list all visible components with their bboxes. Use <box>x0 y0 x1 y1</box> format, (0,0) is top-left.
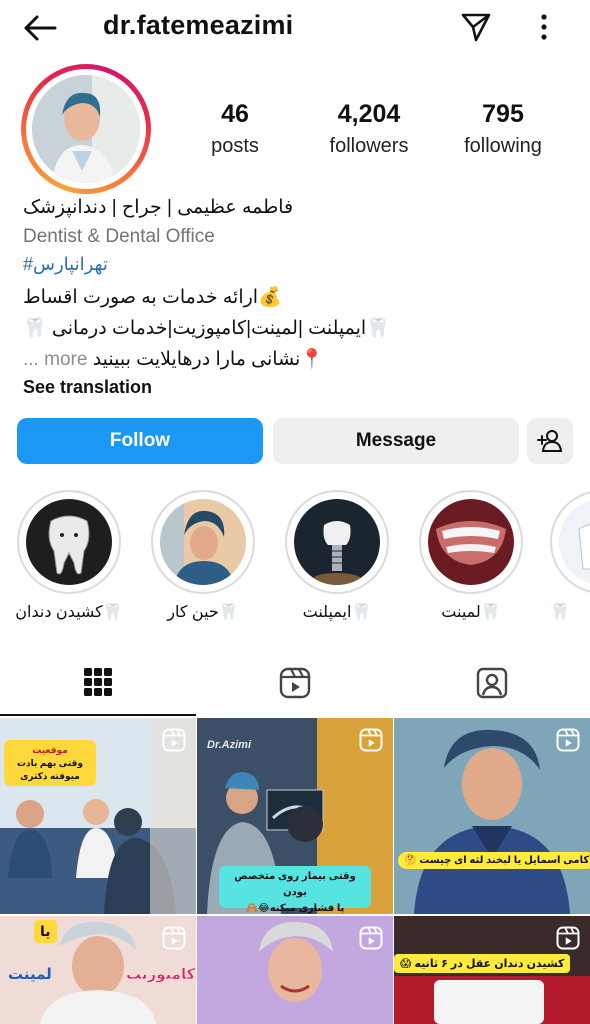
highlight-extraction[interactable]: 🦷کشیدن دندان <box>14 490 124 622</box>
tab-reels[interactable] <box>197 650 393 716</box>
grid-icon <box>84 668 112 696</box>
post-caption: کامپوزیت <box>126 966 196 983</box>
post-caption-text: وقتی بهم بادت میوفته دکتری <box>16 758 84 781</box>
reels-icon <box>279 667 311 699</box>
highlight-laminate[interactable]: 🦷لمینت <box>416 490 526 622</box>
post-caption-line-1: وقتی بیمار روی متخصص بودن <box>234 871 356 898</box>
following-count-value: 795 <box>482 100 524 128</box>
see-translation-link[interactable]: See translation <box>23 377 152 398</box>
following-count[interactable]: 795 following <box>433 100 573 158</box>
following-count-label: following <box>464 135 542 157</box>
highlight-thumbnail <box>294 499 380 585</box>
highlight-label: 🦷ایمپلنت <box>302 604 372 621</box>
post-tile[interactable]: موقعیت وقتی بهم بادت میوفته دکتری <box>0 718 196 914</box>
post-tile[interactable]: Dr.Azimi وقتی بیمار روی متخصص بودن پا فش… <box>197 718 393 914</box>
profile-avatar <box>32 75 140 183</box>
paper-plane-icon <box>461 13 491 42</box>
highlight-implant[interactable]: 🦷ایمپلنت <box>282 490 392 622</box>
bio-address-text: 📍نشانی مارا درهایلایت ببینید <box>92 349 324 370</box>
suggested-users-button[interactable] <box>527 418 573 464</box>
post-caption: کشیدن دندان عقل در ۶ ثانیه 😱 <box>394 954 571 973</box>
posts-count[interactable]: 46 posts <box>165 100 305 158</box>
highlight-thumbnail <box>26 499 112 585</box>
tagged-icon <box>476 667 508 699</box>
reel-icon <box>162 728 186 752</box>
post-caption-alt: لمینت <box>8 966 52 983</box>
bio-line-installments: 💰ارائه خدمات به صورت اقساط <box>23 287 282 308</box>
highlight-thumbnail <box>160 499 246 585</box>
options-button[interactable] <box>528 8 560 46</box>
send-button[interactable] <box>456 8 496 46</box>
post-tile[interactable] <box>197 916 393 1024</box>
reel-icon <box>162 926 186 950</box>
tab-tagged[interactable] <box>394 650 590 716</box>
highlight-at-work[interactable]: 🦷حین کار <box>148 490 258 622</box>
reel-icon <box>556 728 580 752</box>
highlight-label: 🦷 <box>550 604 570 621</box>
highlight-thumbnail <box>428 499 514 585</box>
follow-button[interactable]: Follow <box>17 418 263 464</box>
post-caption-title: موقعیت <box>32 745 68 755</box>
post-watermark: Dr.Azimi <box>207 739 252 751</box>
add-user-icon <box>537 430 563 452</box>
highlight-thumbnail <box>559 499 590 585</box>
highlight-partial[interactable]: 🦷 <box>550 490 590 622</box>
followers-count-value: 4,204 <box>337 100 401 128</box>
story-ring[interactable] <box>21 64 151 194</box>
highlight-label: 🦷لمینت <box>441 604 501 621</box>
posts-count-value: 46 <box>221 100 249 128</box>
highlight-label: 🦷کشیدن دندان <box>15 604 123 621</box>
post-tile[interactable]: کامی اسمایل یا لبخند لثه ای چیست 🤔 <box>394 718 590 914</box>
message-button[interactable]: Message <box>273 418 519 464</box>
highlight-label: 🦷حین کار <box>167 604 239 621</box>
post-caption: وقتی بیمار روی متخصص بودن پا فشاری میکنه… <box>219 866 371 914</box>
post-caption: کامی اسمایل یا لبخند لثه ای چیست 🤔 <box>398 852 590 869</box>
bio-hashtag[interactable]: #تهرانپارس <box>23 254 108 275</box>
top-bar: dr.fatemeazimi <box>0 0 590 56</box>
followers-count-label: followers <box>329 135 409 157</box>
profile-tabs <box>0 650 590 716</box>
post-caption-line-2: پا فشاری میکنه😂🙈 <box>245 903 345 914</box>
reel-icon <box>359 728 383 752</box>
post-caption-or: یا <box>34 920 57 943</box>
more-vertical-icon <box>541 14 547 40</box>
bio-line-services: 🦷ایمپلنت |لمینت|کامپوزیت|خدمات درمانی 🦷 <box>23 318 390 339</box>
post-tile[interactable]: کشیدن دندان عقل در ۶ ثانیه 😱 <box>394 916 590 1024</box>
post-tile[interactable]: کامپوزیت یا لمینت <box>0 916 196 1024</box>
post-caption: موقعیت وقتی بهم بادت میوفته دکتری <box>4 740 96 786</box>
tab-posts-grid[interactable] <box>0 650 196 716</box>
back-button[interactable] <box>20 10 60 46</box>
posts-count-label: posts <box>211 135 259 157</box>
bio-line-address: ... more 📍نشانی مارا درهایلایت ببینید <box>23 347 324 371</box>
bio-more-link[interactable]: ... more <box>23 349 87 370</box>
bio-category: Dentist & Dental Office <box>23 226 215 247</box>
bio-name: فاطمه عظیمی | جراح | دندانپزشک <box>23 197 294 218</box>
reel-icon <box>359 926 383 950</box>
profile-username: dr.fatemeazimi <box>103 10 294 40</box>
reel-icon <box>556 926 580 950</box>
arrow-left-icon <box>24 15 57 41</box>
followers-count[interactable]: 4,204 followers <box>299 100 439 158</box>
